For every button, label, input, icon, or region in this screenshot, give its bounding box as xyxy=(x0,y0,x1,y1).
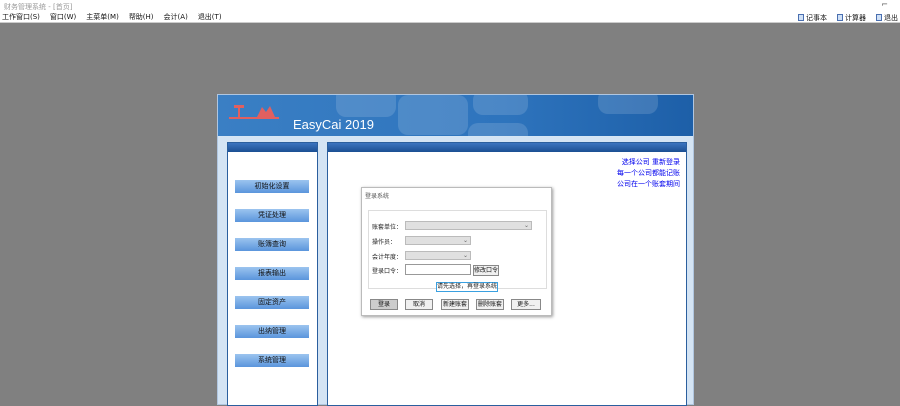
menu-accounting[interactable]: 会计(A) xyxy=(162,12,196,22)
change-password-button[interactable]: 修改口令 xyxy=(473,265,499,276)
sidebar-item-init[interactable]: 初始化设置 xyxy=(235,180,309,193)
notepad-button[interactable]: 记事本 xyxy=(798,13,827,23)
dialog-title: 登录系统 xyxy=(365,193,390,200)
account-label: 账套单位： xyxy=(372,224,403,231)
calculator-button[interactable]: 计算器 xyxy=(837,13,866,23)
login-dialog: 登录系统 账套单位： ⌄ 操作员： ⌄ 会计年度： ⌄ 登录口令： 修改口令 请… xyxy=(361,187,552,316)
sidebar: 初始化设置 凭证处理 账簿查询 报表输出 固定资产 出纳管理 系统管理 xyxy=(227,142,318,406)
link-relogin[interactable]: 选择公司 重新登录 xyxy=(622,157,680,167)
exit-icon xyxy=(876,14,882,21)
menu-exit[interactable]: 退出(T) xyxy=(196,12,230,22)
more-button[interactable]: 更多... xyxy=(511,299,541,310)
menu-main[interactable]: 主菜单(M) xyxy=(84,12,127,22)
calculator-label: 计算器 xyxy=(845,13,866,22)
login-button[interactable]: 登录 xyxy=(370,299,398,310)
sidebar-item-report[interactable]: 报表输出 xyxy=(235,267,309,280)
toolbar: 记事本 计算器 退出 xyxy=(798,12,898,23)
sidebar-item-voucher[interactable]: 凭证处理 xyxy=(235,209,309,222)
brand-title: EasyCai 2019 xyxy=(293,117,374,132)
account-select[interactable]: ⌄ xyxy=(405,221,532,230)
password-label: 登录口令： xyxy=(372,268,403,275)
chevron-down-icon: ⌄ xyxy=(523,222,529,229)
password-input[interactable] xyxy=(405,264,471,275)
sidebar-item-cashier[interactable]: 出纳管理 xyxy=(235,325,309,338)
calculator-icon xyxy=(837,14,843,21)
notepad-icon xyxy=(798,14,804,21)
sidebar-item-assets[interactable]: 固定资产 xyxy=(235,296,309,309)
delete-account-button[interactable]: 删除账套 xyxy=(476,299,504,310)
menu-workspace[interactable]: 工作窗口(S) xyxy=(0,12,48,22)
cancel-button[interactable]: 取消 xyxy=(405,299,433,310)
notepad-label: 记事本 xyxy=(806,13,827,22)
operator-select[interactable]: ⌄ xyxy=(405,236,471,245)
new-account-button[interactable]: 新建账套 xyxy=(441,299,469,310)
chevron-down-icon: ⌄ xyxy=(462,237,468,244)
window-title: 财务管理系统 - [首页] xyxy=(0,0,900,12)
link-company[interactable]: 每一个公司都能记账 xyxy=(617,168,680,178)
exit-button[interactable]: 退出 xyxy=(876,13,898,23)
menu-help[interactable]: 帮助(H) xyxy=(127,12,162,22)
menu-bar: 工作窗口(S) 窗口(W) 主菜单(M) 帮助(H) 会计(A) 退出(T) xyxy=(0,12,900,23)
sidebar-caption xyxy=(228,143,317,152)
chevron-down-icon: ⌄ xyxy=(462,252,468,259)
menu-window[interactable]: 窗口(W) xyxy=(48,12,84,22)
window-restore-button[interactable]: ⌐ xyxy=(881,0,888,9)
main-caption xyxy=(328,143,686,152)
year-select[interactable]: ⌄ xyxy=(405,251,471,260)
link-period[interactable]: 公司在一个账套期间 xyxy=(617,179,680,189)
sidebar-item-system[interactable]: 系统管理 xyxy=(235,354,309,367)
sidebar-item-ledger[interactable]: 账簿查询 xyxy=(235,238,309,251)
tooltip: 请先选择，再登录系统 xyxy=(436,282,498,292)
exit-label: 退出 xyxy=(884,13,898,22)
header-banner: EasyCai 2019 xyxy=(218,95,693,137)
operator-label: 操作员： xyxy=(372,239,397,246)
logo-icon xyxy=(229,105,279,119)
year-label: 会计年度： xyxy=(372,254,403,261)
